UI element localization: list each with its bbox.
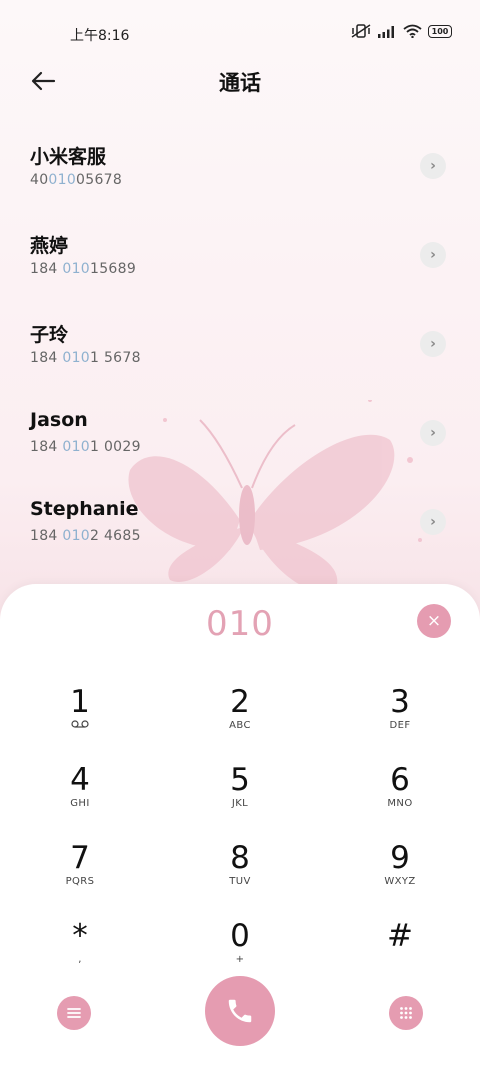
- key-digit: 3: [390, 684, 410, 720]
- key-letters: ,: [78, 954, 82, 965]
- signal-icon: [378, 25, 394, 38]
- contact-detail-button[interactable]: ›: [420, 153, 446, 179]
- chevron-right-icon: ›: [430, 247, 436, 263]
- number-suffix: 1 5678: [90, 350, 141, 366]
- contact-number: 184 01015689: [30, 261, 136, 277]
- key-digit: 4: [70, 762, 90, 798]
- keypad-toggle-button[interactable]: [389, 996, 423, 1030]
- key-3[interactable]: 3 DEF: [345, 684, 455, 754]
- key-letters: TUV: [229, 876, 251, 887]
- battery-indicator: 100: [428, 24, 452, 38]
- key-digit: 5: [230, 762, 250, 798]
- contact-name: Jason: [30, 409, 88, 431]
- chevron-right-icon: ›: [430, 336, 436, 352]
- key-letters: GHI: [70, 798, 90, 809]
- dialed-number[interactable]: 010: [0, 604, 480, 644]
- chevron-right-icon: ›: [430, 514, 436, 530]
- number-prefix: 184: [30, 439, 63, 455]
- key-7[interactable]: 7 PQRS: [25, 840, 135, 910]
- phone-icon: [228, 999, 252, 1023]
- mute-vibrate-icon: [351, 24, 371, 38]
- key-9[interactable]: 9 WXYZ: [345, 840, 455, 910]
- number-suffix: 1 0029: [90, 439, 141, 455]
- key-letters: ABC: [229, 720, 251, 731]
- contact-name: 小米客服: [30, 146, 107, 168]
- key-1[interactable]: 1: [25, 684, 135, 754]
- key-letters: JKL: [231, 798, 249, 809]
- key-letters: DEF: [389, 720, 411, 731]
- status-time: 上午8:16: [70, 28, 130, 44]
- chevron-right-icon: ›: [430, 158, 436, 174]
- contact-name: 子玲: [30, 324, 69, 346]
- key-letters: MNO: [387, 798, 413, 809]
- status-icons: 100: [351, 24, 452, 38]
- number-suffix: 15689: [90, 261, 137, 277]
- wifi-icon: [403, 24, 422, 38]
- contact-number: 4001005678: [30, 172, 122, 188]
- contact-name: Stephanie: [30, 498, 139, 520]
- menu-icon: [67, 1008, 81, 1018]
- dialer-panel: 010 × 1 2 ABC 3 DEF 4 GHI 5 JKL 6 MNO 7 …: [0, 584, 480, 1066]
- matched-contacts-list: 小米客服 4001005678 › 燕婷 184 01015689 › 子玲 1…: [0, 128, 480, 573]
- key-digit: #: [387, 918, 413, 954]
- number-match: 010: [62, 528, 90, 544]
- contact-row[interactable]: 小米客服 4001005678 ›: [0, 128, 480, 217]
- contact-row[interactable]: Jason 184 0101 0029 ›: [0, 395, 480, 484]
- key-digit: 2: [230, 684, 250, 720]
- key-5[interactable]: 5 JKL: [185, 762, 295, 832]
- key-letters: WXYZ: [384, 876, 416, 887]
- key-digit: 6: [390, 762, 410, 798]
- key-6[interactable]: 6 MNO: [345, 762, 455, 832]
- call-button[interactable]: [205, 976, 275, 1046]
- key-star[interactable]: * ,: [25, 918, 135, 988]
- contact-detail-button[interactable]: ›: [420, 509, 446, 535]
- contact-detail-button[interactable]: ›: [420, 242, 446, 268]
- number-match: 010: [62, 261, 90, 277]
- key-digit: 1: [70, 684, 90, 720]
- chevron-right-icon: ›: [430, 425, 436, 441]
- contact-detail-button[interactable]: ›: [420, 331, 446, 357]
- clear-button[interactable]: ×: [417, 604, 451, 638]
- key-digit: 7: [70, 840, 90, 876]
- menu-button[interactable]: [57, 996, 91, 1030]
- key-4[interactable]: 4 GHI: [25, 762, 135, 832]
- contact-row[interactable]: 子玲 184 0101 5678 ›: [0, 306, 480, 395]
- contact-row[interactable]: Stephanie 184 0102 4685 ›: [0, 484, 480, 573]
- number-suffix: 2 4685: [90, 528, 141, 544]
- contact-name: 燕婷: [30, 235, 69, 257]
- key-digit: 8: [230, 840, 250, 876]
- top-bar: 通话: [0, 55, 480, 107]
- close-icon: ×: [426, 611, 442, 631]
- number-suffix: 05678: [76, 172, 123, 188]
- key-2[interactable]: 2 ABC: [185, 684, 295, 754]
- keypad-icon: [400, 1007, 412, 1019]
- key-digit: 9: [390, 840, 410, 876]
- number-match: 010: [48, 172, 77, 188]
- key-letters: PQRS: [65, 876, 95, 887]
- number-prefix: 184: [30, 528, 63, 544]
- key-8[interactable]: 8 TUV: [185, 840, 295, 910]
- contact-number: 184 0101 0029: [30, 439, 141, 455]
- number-prefix: 40: [30, 172, 49, 188]
- number-prefix: 184: [30, 350, 63, 366]
- contact-detail-button[interactable]: ›: [420, 420, 446, 446]
- page-title: 通话: [219, 71, 261, 95]
- key-hash[interactable]: #: [345, 918, 455, 988]
- number-match: 010: [62, 439, 90, 455]
- contact-number: 184 0102 4685: [30, 528, 141, 544]
- number-match: 010: [62, 350, 90, 366]
- key-digit: 0: [230, 918, 250, 954]
- voicemail-icon: [25, 720, 135, 732]
- key-digit: *: [72, 918, 88, 954]
- number-prefix: 184: [30, 261, 63, 277]
- contact-number: 184 0101 5678: [30, 350, 141, 366]
- key-letters: +: [235, 954, 245, 965]
- contact-row[interactable]: 燕婷 184 01015689 ›: [0, 217, 480, 306]
